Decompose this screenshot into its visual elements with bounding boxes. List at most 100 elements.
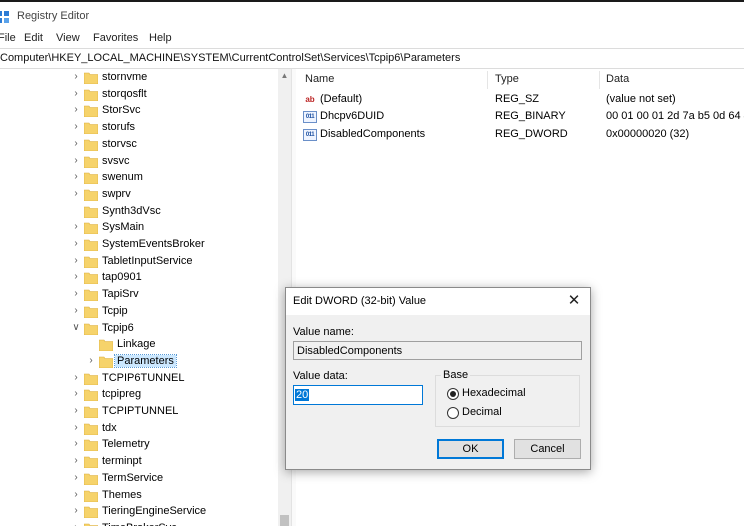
tree-node[interactable]: Linkage (0, 337, 278, 354)
tree-node[interactable]: › stornvme (0, 70, 278, 87)
tree-node[interactable]: › StorSvc (0, 103, 278, 120)
tree-node-label: stornvme (102, 71, 148, 83)
chevron-right-icon[interactable]: › (71, 221, 81, 232)
value-data-input[interactable]: 20 (293, 385, 423, 405)
tree-node[interactable]: › SysMain (0, 220, 278, 237)
tree-node[interactable]: › TCPIP6TUNNEL (0, 371, 278, 388)
menu-file[interactable]: File (0, 32, 16, 44)
tree-node-label: Tcpip (102, 304, 128, 317)
scroll-up-arrow-icon[interactable]: ▲ (278, 69, 291, 82)
value-data: 0x00000020 (32) (606, 128, 690, 140)
tree-node-label: storufs (102, 121, 136, 134)
folder-icon (84, 273, 98, 285)
tree-node[interactable]: › Telemetry (0, 437, 278, 454)
folder-icon (84, 106, 98, 118)
chevron-right-icon[interactable]: › (86, 355, 96, 366)
chevron-right-icon[interactable]: › (71, 238, 81, 249)
tree-node[interactable]: › TieringEngineService (0, 504, 278, 521)
value-row[interactable]: 011 DisabledComponents REG_DWORD 0x00000… (296, 127, 744, 144)
tree-node[interactable]: › terminpt (0, 454, 278, 471)
tree-node[interactable]: › Themes (0, 488, 278, 505)
menu-view[interactable]: View (56, 32, 80, 44)
chevron-right-icon[interactable]: › (71, 71, 81, 82)
tree-node[interactable]: › SystemEventsBroker (0, 237, 278, 254)
chevron-right-icon[interactable]: › (71, 372, 81, 383)
chevron-right-icon[interactable]: › (71, 455, 81, 466)
chevron-right-icon[interactable]: › (71, 438, 81, 449)
tree-node[interactable]: › svsvc (0, 154, 278, 171)
chevron-right-icon[interactable]: › (71, 505, 81, 516)
folder-icon (84, 139, 98, 151)
cancel-button[interactable]: Cancel (514, 439, 581, 459)
tree-node-label: Linkage (117, 338, 156, 351)
chevron-right-icon[interactable]: › (71, 271, 81, 282)
decimal-radio[interactable] (447, 407, 459, 419)
column-header-data[interactable]: Data (606, 73, 629, 85)
decimal-label[interactable]: Decimal (462, 406, 502, 418)
tree-node[interactable]: › swprv (0, 187, 278, 204)
hexadecimal-radio[interactable] (447, 388, 459, 400)
dialog-title-bar[interactable]: Edit DWORD (32-bit) Value ✕ (286, 288, 590, 315)
tree-node-label: tap0901 (102, 271, 142, 284)
tree-node[interactable]: ∨ Tcpip6 (0, 321, 278, 338)
tree-node[interactable]: › storufs (0, 120, 278, 137)
value-row[interactable]: ab (Default) REG_SZ (value not set) (296, 92, 744, 109)
hexadecimal-label[interactable]: Hexadecimal (462, 387, 526, 399)
column-header-name[interactable]: Name (305, 73, 334, 85)
menu-favorites[interactable]: Favorites (93, 32, 138, 44)
column-divider[interactable] (487, 71, 488, 89)
chevron-right-icon[interactable]: › (71, 522, 81, 526)
chevron-right-icon[interactable]: › (71, 155, 81, 166)
folder-icon (84, 89, 98, 101)
chevron-right-icon[interactable]: › (71, 88, 81, 99)
chevron-right-icon[interactable]: › (71, 305, 81, 316)
tree-node[interactable]: › Tcpip (0, 304, 278, 321)
tree-node[interactable]: › TCPIPTUNNEL (0, 404, 278, 421)
tree-node[interactable]: › tcpipreg (0, 387, 278, 404)
tree-node[interactable]: › swenum (0, 170, 278, 187)
chevron-right-icon[interactable]: › (71, 405, 81, 416)
address-bar[interactable]: Computer\HKEY_LOCAL_MACHINE\SYSTEM\Curre… (0, 48, 744, 69)
tree-node[interactable]: › TapiSrv (0, 287, 278, 304)
address-path[interactable]: Computer\HKEY_LOCAL_MACHINE\SYSTEM\Curre… (0, 52, 460, 64)
tree-node[interactable]: › TimeBrokerSvc (0, 521, 278, 526)
value-row[interactable]: 011 Dhcpv6DUID REG_BINARY 00 01 00 01 2d… (296, 109, 744, 126)
folder-icon (99, 339, 113, 352)
column-header-type[interactable]: Type (495, 73, 519, 85)
tree-node[interactable]: › tap0901 (0, 270, 278, 287)
menu-edit[interactable]: Edit (24, 32, 43, 44)
chevron-right-icon[interactable]: › (71, 388, 81, 399)
chevron-right-icon[interactable]: › (71, 104, 81, 115)
chevron-down-icon[interactable]: ∨ (71, 322, 81, 333)
tree-node-label: SystemEventsBroker (102, 238, 205, 250)
binary-value-icon: 011 (303, 129, 317, 141)
column-divider[interactable] (599, 71, 600, 89)
chevron-right-icon[interactable]: › (71, 255, 81, 266)
chevron-right-icon[interactable]: › (71, 188, 81, 199)
key-tree[interactable]: › stornvme › storqosflt › StorSvc › storufs › sto… (0, 69, 278, 526)
tree-node[interactable]: › tdx (0, 421, 278, 438)
chevron-right-icon[interactable]: › (71, 138, 81, 149)
menu-help[interactable]: Help (149, 32, 172, 44)
chevron-right-icon[interactable]: › (71, 121, 81, 132)
close-icon[interactable]: ✕ (564, 291, 584, 311)
tree-node[interactable]: › TabletInputService (0, 254, 278, 271)
tree-node[interactable]: Synth3dVsc (0, 204, 278, 221)
ok-button[interactable]: OK (437, 439, 504, 459)
tree-node[interactable]: › Parameters (0, 353, 278, 371)
chevron-right-icon[interactable]: › (71, 288, 81, 299)
scroll-thumb[interactable] (280, 515, 289, 526)
tree-node-label: storvsc (102, 137, 137, 150)
tree-node-label: TermService (102, 471, 164, 484)
folder-icon (84, 323, 98, 335)
value-data: (value not set) (606, 93, 676, 105)
tree-node[interactable]: › TermService (0, 471, 278, 488)
chevron-right-icon[interactable]: › (71, 422, 81, 433)
tree-node[interactable]: › storqosflt (0, 87, 278, 104)
tree-node[interactable]: › storvsc (0, 137, 278, 154)
chevron-right-icon[interactable]: › (71, 489, 81, 500)
folder-icon (84, 239, 98, 251)
chevron-right-icon[interactable]: › (71, 472, 81, 483)
chevron-right-icon[interactable]: › (71, 171, 81, 182)
base-label: Base (441, 369, 471, 381)
